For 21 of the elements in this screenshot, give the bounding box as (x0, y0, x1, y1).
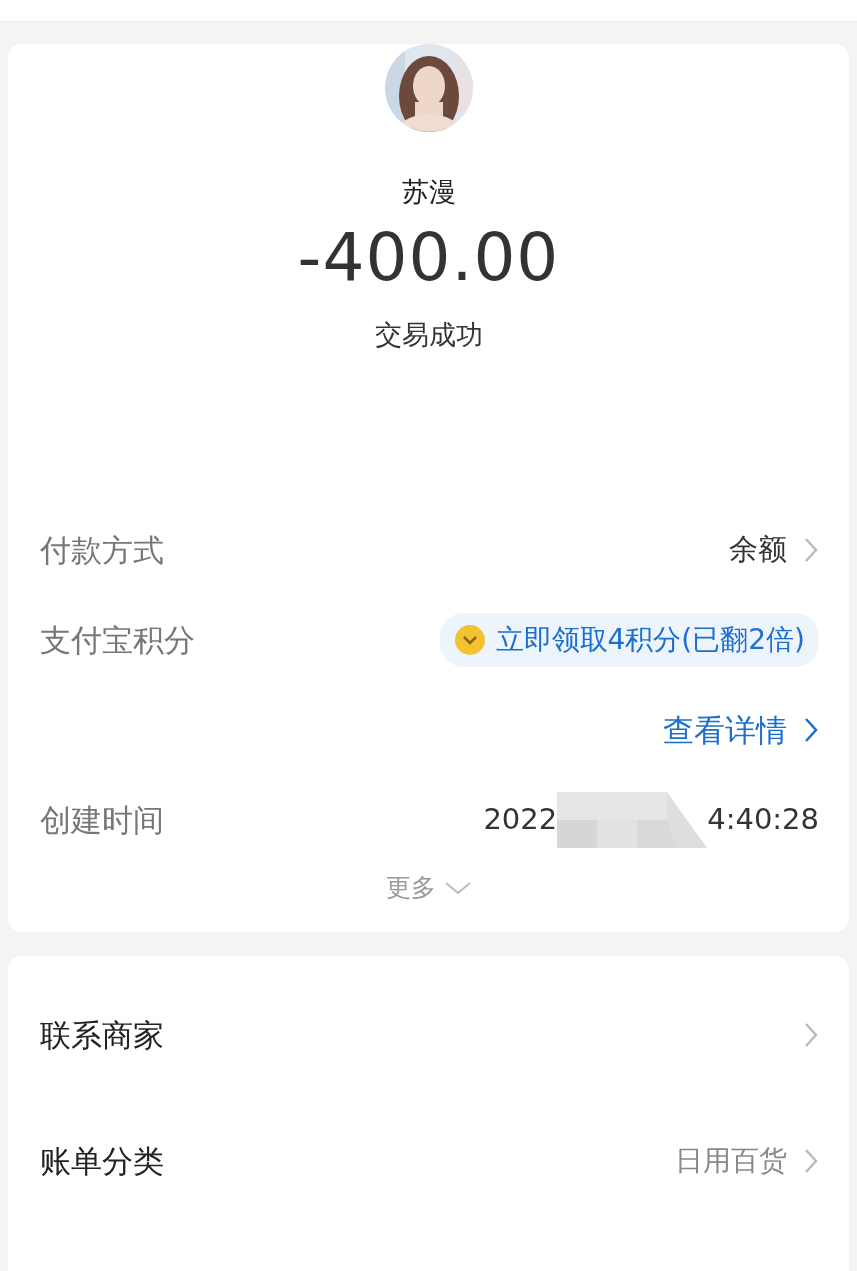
chevron-icon (803, 536, 819, 564)
chevron-icon (803, 716, 819, 744)
coin-icon (453, 624, 486, 656)
row-label: 账单分类 (40, 1141, 164, 1181)
details-link[interactable]: 查看详情 (663, 706, 787, 754)
payee-name: 苏漫 (400, 175, 457, 209)
chevron-down-icon (443, 879, 472, 896)
time-start: 2022 (483, 801, 558, 839)
row-value: 余额 (729, 531, 787, 569)
row-value: 日用百货 (675, 1143, 787, 1179)
row-label: 付款方式 (40, 530, 164, 570)
chevron-icon (803, 1147, 819, 1175)
chevron-icon (803, 1021, 819, 1049)
points-button[interactable]: 立即领取4积分(已翻2倍) (439, 613, 819, 667)
transaction-status: 交易成功 (373, 317, 484, 352)
time-end: 4:40:28 (707, 801, 819, 839)
row-label: 联系商家 (40, 1015, 164, 1055)
row-label: 创建时间 (40, 800, 164, 840)
row-label: 支付宝积分 (40, 620, 195, 660)
amount: -400.00 (296, 224, 561, 291)
more-toggle[interactable]: 更多 (385, 869, 436, 907)
